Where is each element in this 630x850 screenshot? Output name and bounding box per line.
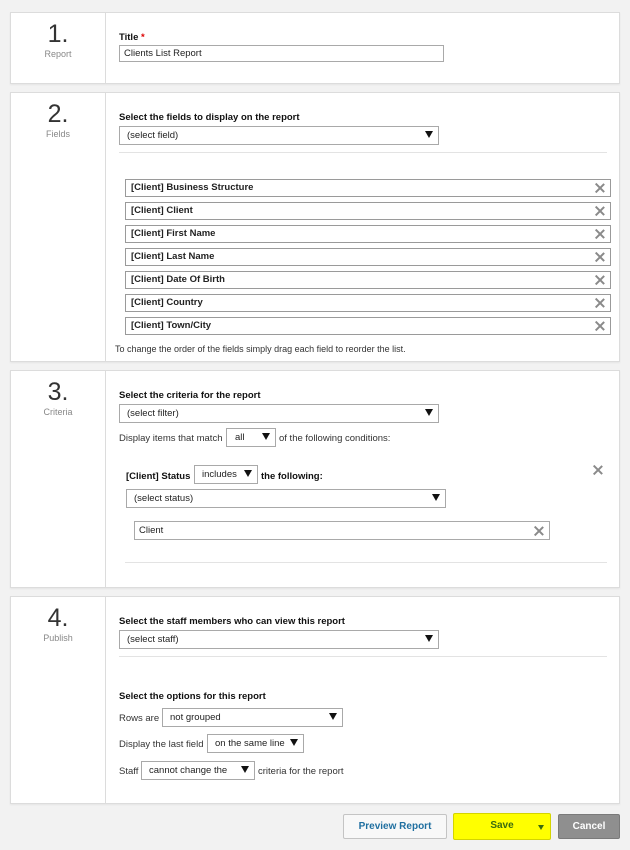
staff-permission-suffix: criteria for the report (258, 766, 344, 777)
cancel-button[interactable]: Cancel (558, 814, 620, 839)
divider (119, 152, 607, 153)
section-criteria: 3. Criteria Select the criteria for the … (10, 370, 620, 588)
chevron-down-icon (425, 409, 433, 416)
chevron-down-icon (329, 713, 337, 720)
field-select-value: (select field) (127, 130, 179, 141)
staff-permission-label: Staff (119, 766, 139, 777)
close-icon[interactable] (595, 321, 605, 331)
close-icon[interactable] (595, 183, 605, 193)
step-number: 3. (47, 378, 69, 406)
options-heading: Select the options for this report (119, 691, 266, 702)
close-icon[interactable] (595, 275, 605, 285)
display-label: Display the last field (119, 739, 204, 750)
step-label: Publish (43, 633, 73, 643)
fields-heading: Select the fields to display on the repo… (119, 112, 300, 123)
field-select[interactable]: (select field) (119, 126, 439, 145)
chevron-down-icon (425, 635, 433, 642)
divider (119, 656, 607, 657)
field-item-label: [Client] Date Of Birth (131, 274, 225, 285)
match-select[interactable]: all (226, 428, 276, 447)
close-icon[interactable] (534, 526, 544, 536)
step-label: Report (44, 49, 72, 59)
field-item[interactable]: [Client] First Name (125, 225, 611, 243)
status-select[interactable]: (select status) (126, 489, 446, 508)
title-label: Title * (119, 32, 145, 43)
status-item-label: Client (139, 525, 164, 536)
chevron-down-icon (425, 131, 433, 138)
field-item-label: [Client] Business Structure (131, 182, 254, 193)
status-select-value: (select status) (134, 493, 194, 504)
fields-hint: To change the order of the fields simply… (115, 344, 406, 354)
divider (125, 562, 607, 563)
field-item[interactable]: [Client] Town/City (125, 317, 611, 335)
filter-select[interactable]: (select filter) (119, 404, 439, 423)
chevron-down-icon (262, 433, 270, 440)
step-indicator: 4. Publish (11, 597, 106, 803)
field-item-label: [Client] Town/City (131, 320, 212, 331)
close-icon[interactable] (593, 465, 603, 475)
filter-select-value: (select filter) (127, 408, 179, 419)
save-label: Save (490, 820, 514, 831)
step-label: Fields (45, 129, 70, 139)
step-indicator: 1. Report (11, 13, 106, 83)
chevron-down-icon (290, 739, 298, 746)
condition-operator-select[interactable]: includes (194, 465, 258, 484)
required-marker: * (141, 32, 145, 43)
field-item-label: [Client] First Name (131, 228, 216, 239)
step-number: 2. (47, 100, 69, 128)
publish-heading: Select the staff members who can view th… (119, 616, 345, 627)
display-select-value: on the same line (215, 738, 285, 749)
rows-select[interactable]: not grouped (162, 708, 343, 727)
criteria-heading: Select the criteria for the report (119, 390, 261, 401)
section-report: 1. Report Title * Clients List Report (10, 12, 620, 84)
field-item[interactable]: [Client] Client (125, 202, 611, 220)
staff-permission-value: cannot change the (149, 765, 228, 776)
preview-report-button[interactable]: Preview Report (343, 814, 447, 839)
staff-select-value: (select staff) (127, 634, 179, 645)
rows-select-value: not grouped (170, 712, 221, 723)
field-item-label: [Client] Client (131, 205, 193, 216)
match-prefix: Display items that match (119, 433, 223, 444)
section-fields: 2. Fields Select the fields to display o… (10, 92, 620, 362)
field-item[interactable]: [Client] Country (125, 294, 611, 312)
close-icon[interactable] (595, 206, 605, 216)
match-select-value: all (235, 432, 245, 443)
save-button[interactable]: Save (453, 813, 551, 840)
chevron-down-icon (244, 470, 252, 477)
staff-select[interactable]: (select staff) (119, 630, 439, 649)
field-item-label: [Client] Last Name (131, 251, 215, 262)
field-item[interactable]: [Client] Date Of Birth (125, 271, 611, 289)
field-item[interactable]: [Client] Last Name (125, 248, 611, 266)
title-input[interactable]: Clients List Report (119, 45, 444, 62)
chevron-down-icon (432, 494, 440, 501)
chevron-down-icon (241, 766, 249, 773)
status-item[interactable]: Client (134, 521, 550, 540)
staff-permission-select[interactable]: cannot change the (141, 761, 255, 780)
section-publish: 4. Publish Select the staff members who … (10, 596, 620, 804)
step-number: 1. (47, 20, 69, 48)
step-number: 4. (47, 604, 69, 632)
step-label: Criteria (43, 407, 73, 417)
display-select[interactable]: on the same line (207, 734, 304, 753)
close-icon[interactable] (595, 252, 605, 262)
condition-suffix: the following: (261, 471, 323, 482)
close-icon[interactable] (595, 229, 605, 239)
rows-label: Rows are (119, 713, 160, 724)
condition-field: [Client] Status (126, 471, 191, 482)
close-icon[interactable] (595, 298, 605, 308)
field-item-label: [Client] Country (131, 297, 203, 308)
match-suffix: of the following conditions: (279, 433, 391, 444)
condition-operator-value: includes (202, 469, 237, 480)
step-indicator: 3. Criteria (11, 371, 106, 587)
caret-down-icon[interactable] (538, 825, 544, 830)
step-indicator: 2. Fields (11, 93, 106, 361)
field-item[interactable]: [Client] Business Structure (125, 179, 611, 197)
